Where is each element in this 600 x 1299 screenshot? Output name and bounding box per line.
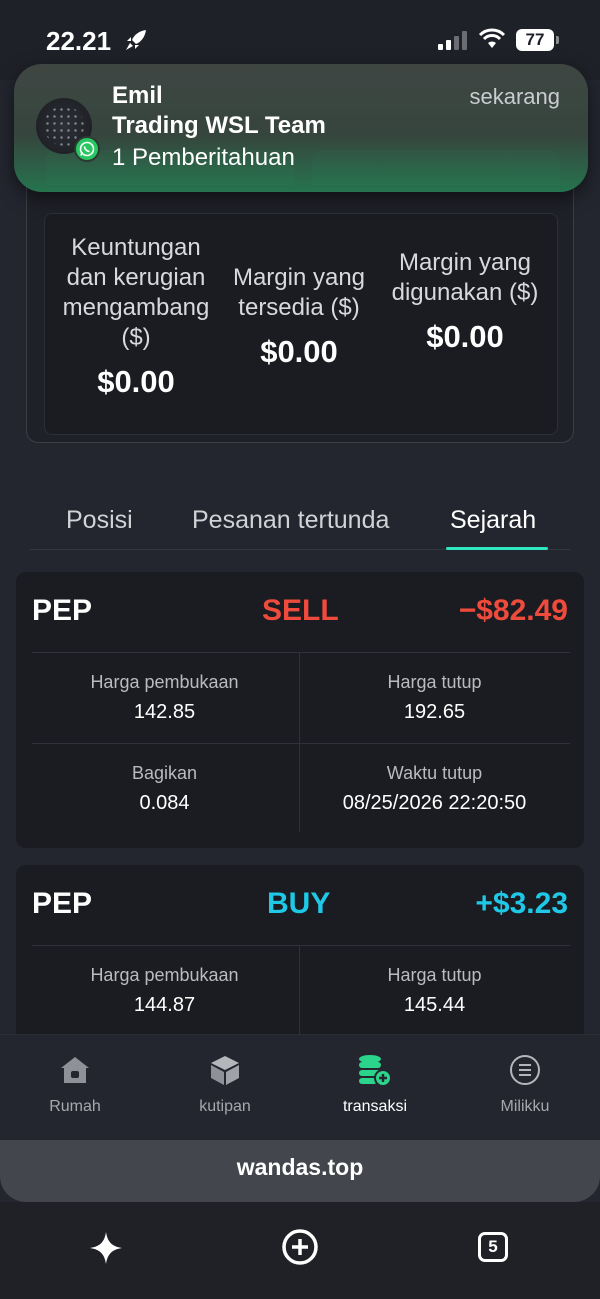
nav-home-label: Rumah <box>49 1098 101 1115</box>
signal-icon <box>438 30 467 50</box>
open-price-value: 142.85 <box>133 701 196 723</box>
browser-toolbar: 5 <box>0 1202 600 1299</box>
shares-value: 0.084 <box>139 792 190 814</box>
whatsapp-notification[interactable]: Emil Trading WSL Team 1 Pemberitahuan se… <box>14 64 588 192</box>
floating-pnl-value: $0.00 <box>97 364 175 399</box>
trade-side: SELL <box>262 594 339 627</box>
trade-history-card[interactable]: PEP SELL −$82.49 Harga pembukaan 142.85 … <box>16 572 584 848</box>
tab-history[interactable]: Sejarah <box>450 506 536 535</box>
shares-cell: Bagikan 0.084 <box>30 743 299 833</box>
open-price-cell: Harga pembukaan 142.85 <box>30 652 299 742</box>
sparkle-icon[interactable] <box>88 1230 124 1266</box>
close-price-value: 145.44 <box>403 994 466 1016</box>
notification-group: Trading WSL Team <box>112 112 326 139</box>
nav-transactions[interactable]: transaksi <box>300 1053 450 1116</box>
close-time-value: 08/25/2026 22:20:50 <box>342 792 527 814</box>
trade-tabs: Posisi Pesanan tertunda Sejarah <box>30 500 570 550</box>
open-price-label: Harga pembukaan <box>90 965 239 985</box>
available-margin-stat: Margin yang tersedia ($) $0.00 <box>224 263 374 367</box>
available-margin-label: Margin yang tersedia ($) <box>232 264 366 321</box>
nav-quotes[interactable]: kutipan <box>150 1053 300 1116</box>
status-time: 22.21 <box>46 26 112 56</box>
open-price-cell: Harga pembukaan 144.87 <box>30 945 299 1035</box>
used-margin-value: $0.00 <box>426 319 504 354</box>
nav-home[interactable]: Rumah <box>0 1053 150 1116</box>
close-price-cell: Harga tutup 145.44 <box>300 945 569 1035</box>
close-price-cell: Harga tutup 192.65 <box>300 652 569 742</box>
close-time-label: Waktu tutup <box>386 763 483 783</box>
whatsapp-icon <box>74 136 100 162</box>
trade-header: PEP BUY +$3.23 <box>16 865 584 943</box>
battery-indicator: 77 <box>516 29 559 51</box>
home-icon <box>61 1057 89 1083</box>
new-tab-icon[interactable] <box>281 1228 319 1266</box>
floating-pnl-label: Keuntungan dan kerugian mengambang ($) <box>62 234 210 351</box>
notification-body: 1 Pemberitahuan <box>112 144 295 171</box>
open-price-label: Harga pembukaan <box>90 672 239 692</box>
wifi-icon <box>478 28 506 48</box>
rocket-icon <box>126 30 146 50</box>
tab-pending-orders[interactable]: Pesanan tertunda <box>192 506 389 535</box>
bottom-navigation: Rumah kutipan transaksi Milikku <box>0 1034 600 1144</box>
trade-side: BUY <box>267 887 331 920</box>
notification-sender: Emil <box>112 82 163 109</box>
shares-label: Bagikan <box>131 763 198 783</box>
nav-mine-label: Milikku <box>500 1098 550 1115</box>
trade-pnl: −$82.49 <box>458 594 568 627</box>
close-price-value: 192.65 <box>403 701 466 723</box>
coins-add-icon <box>359 1055 392 1087</box>
open-price-value: 144.87 <box>133 994 196 1016</box>
account-stats-card: Keuntungan dan kerugian mengambang ($) $… <box>44 213 558 435</box>
close-price-label: Harga tutup <box>387 965 482 985</box>
tab-positions[interactable]: Posisi <box>66 506 133 535</box>
trade-pnl: +$3.23 <box>475 887 568 920</box>
nav-transactions-label: transaksi <box>342 1098 408 1115</box>
url-text: wandas.top <box>236 1154 364 1180</box>
available-margin-value: $0.00 <box>260 334 338 369</box>
notification-time: sekarang <box>469 84 560 109</box>
active-tab-indicator <box>446 547 548 550</box>
used-margin-stat: Margin yang digunakan ($) $0.00 <box>388 248 542 352</box>
nav-mine[interactable]: Milikku <box>450 1053 600 1116</box>
nav-quotes-label: kutipan <box>199 1098 251 1115</box>
floating-pnl-stat: Keuntungan dan kerugian mengambang ($) $… <box>56 233 216 397</box>
trade-symbol: PEP <box>32 887 93 920</box>
trade-header: PEP SELL −$82.49 <box>16 572 584 650</box>
trade-symbol: PEP <box>32 594 93 627</box>
close-time-cell: Waktu tutup 08/25/2026 22:20:50 <box>300 743 569 833</box>
trade-history-card[interactable]: PEP BUY +$3.23 Harga pembukaan 144.87 Ha… <box>16 865 584 1035</box>
used-margin-label: Margin yang digunakan ($) <box>391 249 539 306</box>
browser-url-bar[interactable]: wandas.top <box>0 1140 600 1202</box>
menu-circle-icon <box>510 1055 540 1085</box>
tabs-count-button[interactable]: 5 <box>478 1232 508 1262</box>
cube-icon <box>211 1056 239 1085</box>
close-price-label: Harga tutup <box>387 672 482 692</box>
